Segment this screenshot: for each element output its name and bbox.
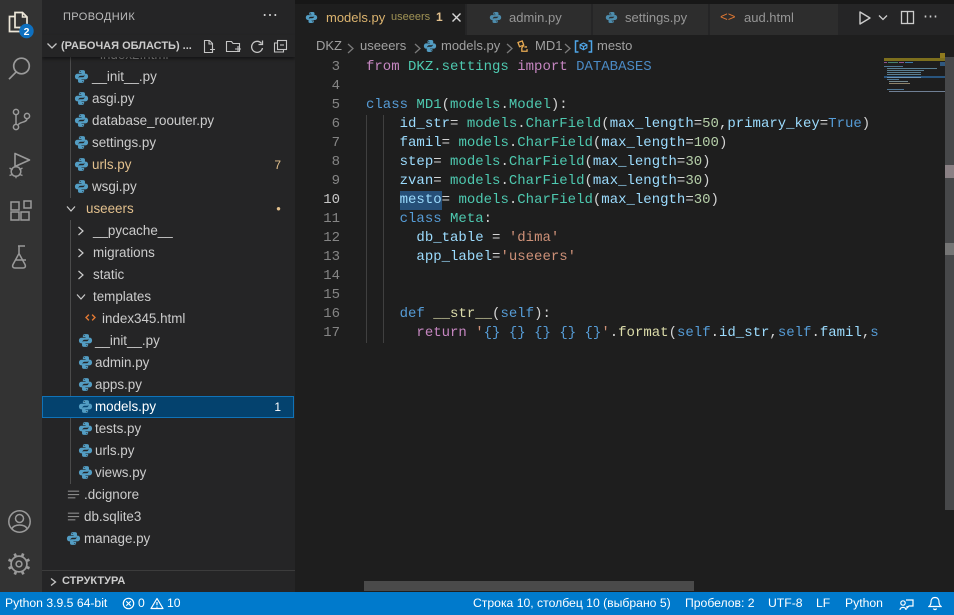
svg-text:2: 2	[24, 26, 30, 38]
